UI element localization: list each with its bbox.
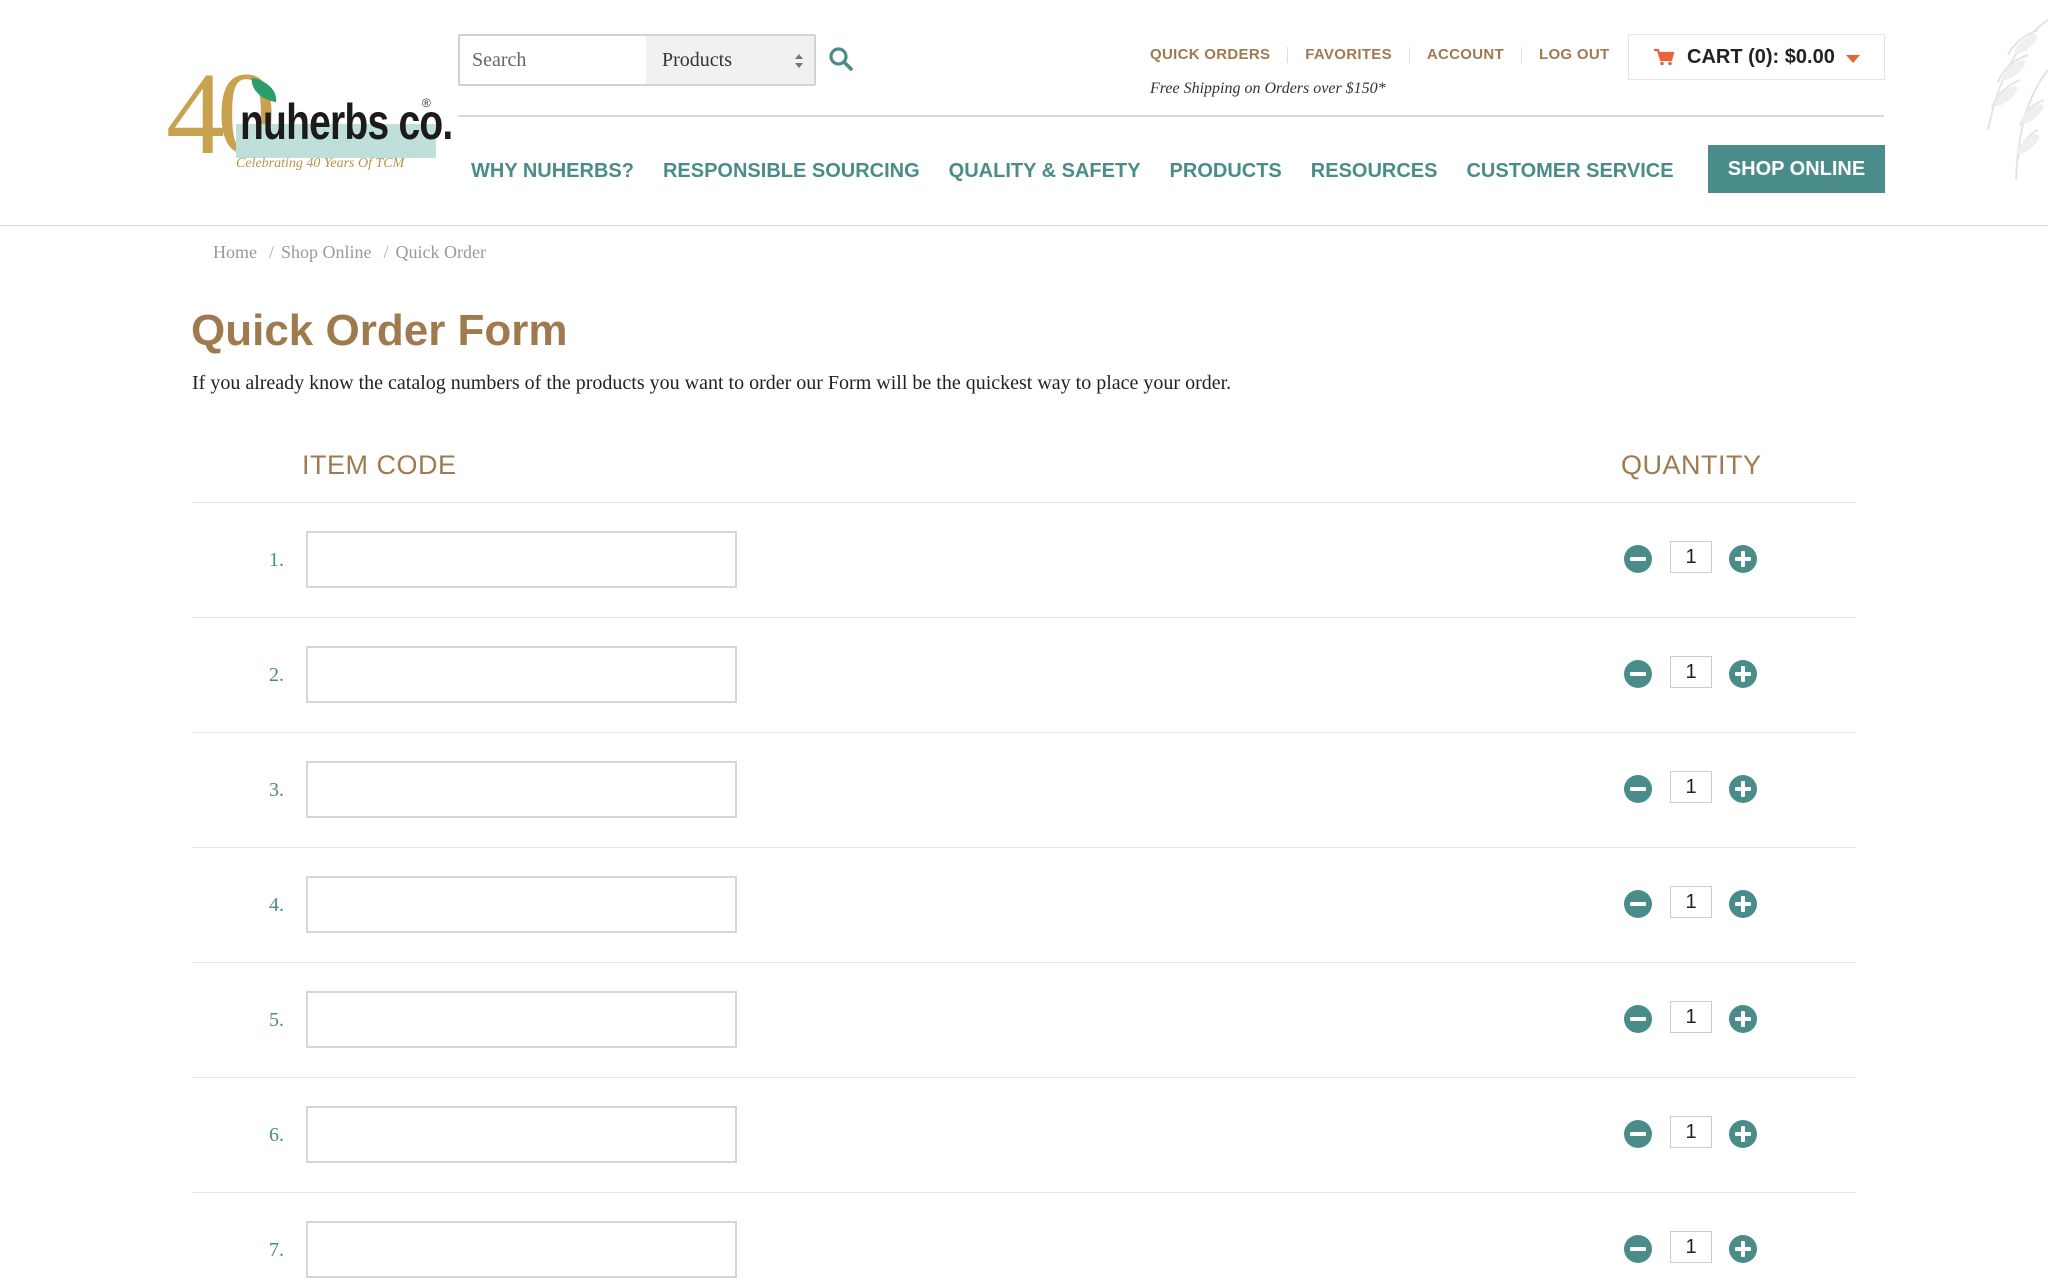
row-number: 6. xyxy=(269,1124,284,1146)
item-code-input[interactable] xyxy=(306,531,737,588)
breadcrumb-shop-online[interactable]: Shop Online xyxy=(281,242,372,263)
order-row: 3. xyxy=(192,732,1856,847)
item-code-input[interactable] xyxy=(306,876,737,933)
divider xyxy=(1408,46,1410,63)
decrease-quantity-icon[interactable] xyxy=(1623,774,1653,804)
item-code-input[interactable] xyxy=(306,1221,737,1278)
order-row: 6. xyxy=(192,1077,1856,1192)
quantity-column-header: QUANTITY xyxy=(1621,450,1762,480)
order-row: 1. xyxy=(192,502,1856,617)
row-number: 2. xyxy=(269,664,284,686)
decrease-quantity-icon[interactable] xyxy=(1623,1234,1653,1264)
item-code-input[interactable] xyxy=(306,761,737,818)
favorites-link[interactable]: FAVORITES xyxy=(1305,46,1392,63)
increase-quantity-icon[interactable] xyxy=(1728,544,1758,574)
nav-customer-service[interactable]: CUSTOMER SERVICE xyxy=(1466,160,1673,183)
nav-why-nuherbs[interactable]: WHY NUHERBS? xyxy=(471,160,634,183)
increase-quantity-icon[interactable] xyxy=(1728,659,1758,689)
search-category-select[interactable]: Products xyxy=(646,36,814,84)
order-row: 2. xyxy=(192,617,1856,732)
logo-tagline: Celebrating 40 Years Of TCM xyxy=(236,156,405,171)
decrease-quantity-icon[interactable] xyxy=(1623,1119,1653,1149)
item-code-input[interactable] xyxy=(306,991,737,1048)
quantity-input[interactable] xyxy=(1670,656,1712,688)
breadcrumb-home[interactable]: Home xyxy=(213,242,257,263)
breadcrumb-separator: / xyxy=(383,242,389,262)
increase-quantity-icon[interactable] xyxy=(1728,1004,1758,1034)
row-number: 5. xyxy=(269,1009,284,1031)
increase-quantity-icon[interactable] xyxy=(1728,889,1758,919)
nav-quality-safety[interactable]: QUALITY & SAFETY xyxy=(949,160,1141,183)
divider xyxy=(1520,46,1522,63)
main-nav: WHY NUHERBS? RESPONSIBLE SOURCING QUALIT… xyxy=(471,160,1674,183)
nav-resources[interactable]: RESOURCES xyxy=(1311,160,1438,183)
quantity-input[interactable] xyxy=(1670,1116,1712,1148)
quantity-input[interactable] xyxy=(1670,886,1712,918)
cart-summary: CART (0): $0.00 xyxy=(1687,45,1835,68)
quantity-input[interactable] xyxy=(1670,771,1712,803)
nav-responsible-sourcing[interactable]: RESPONSIBLE SOURCING xyxy=(663,160,920,183)
free-shipping-notice: Free Shipping on Orders over $150* xyxy=(1150,80,1386,97)
search-input[interactable] xyxy=(460,36,646,84)
utility-nav: QUICK ORDERS FAVORITES ACCOUNT LOG OUT xyxy=(1150,46,1609,63)
divider xyxy=(1287,46,1289,63)
page: 40 nuherbs co. ® Celebrating 40 Years Of… xyxy=(0,0,2048,1280)
decrease-quantity-icon[interactable] xyxy=(1623,1004,1653,1034)
page-title: Quick Order Form xyxy=(191,306,568,355)
row-number: 7. xyxy=(269,1239,284,1261)
item-code-column-header: ITEM CODE xyxy=(302,450,457,480)
site-header: 40 nuherbs co. ® Celebrating 40 Years Of… xyxy=(0,0,2048,226)
row-number: 4. xyxy=(269,894,284,916)
row-number: 1. xyxy=(269,549,284,571)
decrease-quantity-icon[interactable] xyxy=(1623,889,1653,919)
shopping-cart-icon xyxy=(1654,48,1675,66)
brand-logo[interactable]: 40 nuherbs co. ® Celebrating 40 Years Of… xyxy=(166,44,453,184)
increase-quantity-icon[interactable] xyxy=(1728,774,1758,804)
quantity-input[interactable] xyxy=(1670,1001,1712,1033)
header-divider xyxy=(458,115,1884,117)
quantity-input[interactable] xyxy=(1670,541,1712,573)
increase-quantity-icon[interactable] xyxy=(1728,1119,1758,1149)
logo-wordmark: nuherbs co. xyxy=(240,94,453,150)
item-code-input[interactable] xyxy=(306,1106,737,1163)
quick-orders-link[interactable]: QUICK ORDERS xyxy=(1150,46,1270,63)
quantity-input[interactable] xyxy=(1670,1231,1712,1263)
shop-online-button[interactable]: SHOP ONLINE xyxy=(1708,145,1885,193)
breadcrumb: Home / Shop Online / Quick Order xyxy=(213,242,486,263)
breadcrumb-separator: / xyxy=(269,242,275,262)
increase-quantity-icon[interactable] xyxy=(1728,1234,1758,1264)
search-icon[interactable] xyxy=(828,46,854,72)
select-updown-icon xyxy=(795,54,803,68)
logo-registered-mark: ® xyxy=(422,96,431,110)
search-bar: Products xyxy=(458,34,816,86)
chevron-down-icon xyxy=(1846,55,1860,63)
breadcrumb-quick-order: Quick Order xyxy=(395,242,487,262)
account-link[interactable]: ACCOUNT xyxy=(1427,46,1504,63)
order-row: 4. xyxy=(192,847,1856,962)
quick-order-rows: 1. 2. 3. 4. 5. 6. 7. xyxy=(192,502,1856,1280)
row-number: 3. xyxy=(269,779,284,801)
page-intro: If you already know the catalog numbers … xyxy=(192,372,1232,394)
item-code-input[interactable] xyxy=(306,646,737,703)
order-row: 5. xyxy=(192,962,1856,1077)
search-category-value: Products xyxy=(662,48,732,71)
nav-products[interactable]: PRODUCTS xyxy=(1170,160,1282,183)
cart-button[interactable]: CART (0): $0.00 xyxy=(1628,34,1885,80)
decrease-quantity-icon[interactable] xyxy=(1623,659,1653,689)
leaf-decoration-icon xyxy=(1987,19,2048,181)
order-row: 7. xyxy=(192,1192,1856,1280)
decrease-quantity-icon[interactable] xyxy=(1623,544,1653,574)
log-out-link[interactable]: LOG OUT xyxy=(1539,46,1609,63)
